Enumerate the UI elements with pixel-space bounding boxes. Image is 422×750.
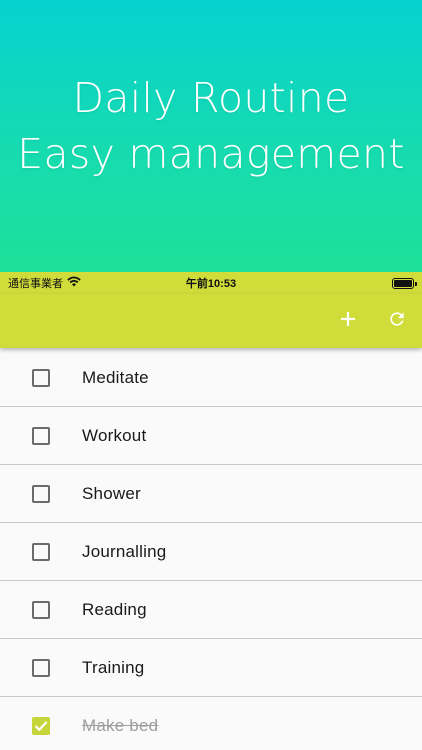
task-label: Reading bbox=[82, 600, 147, 619]
task-row[interactable]: Shower bbox=[0, 465, 422, 523]
plus-icon bbox=[339, 310, 357, 333]
status-bar: 通信事業者 午前10:53 bbox=[0, 272, 422, 294]
promo-title-line-1: Daily Routine bbox=[72, 74, 350, 122]
task-row[interactable]: Journalling bbox=[0, 523, 422, 581]
task-checkbox[interactable] bbox=[32, 659, 50, 677]
task-label: Make bed bbox=[82, 716, 159, 735]
task-label: Workout bbox=[82, 426, 147, 445]
wifi-icon bbox=[67, 276, 81, 290]
task-row[interactable]: Meditate bbox=[0, 349, 422, 407]
refresh-icon bbox=[387, 309, 407, 334]
app-bar bbox=[0, 294, 422, 348]
add-task-button[interactable] bbox=[334, 307, 362, 335]
task-label: Meditate bbox=[82, 368, 149, 387]
task-checkbox[interactable] bbox=[32, 427, 50, 445]
battery-icon bbox=[392, 278, 417, 289]
task-row[interactable]: Reading bbox=[0, 581, 422, 639]
refresh-button[interactable] bbox=[383, 307, 411, 335]
task-checkbox[interactable] bbox=[32, 601, 50, 619]
task-row[interactable]: Training bbox=[0, 639, 422, 697]
carrier-info: 通信事業者 bbox=[8, 275, 81, 291]
task-list: Meditate Workout Shower Journalling Read… bbox=[0, 349, 422, 750]
clock: 午前10:53 bbox=[185, 278, 237, 290]
carrier-name: 通信事業者 bbox=[8, 278, 63, 290]
task-checkbox[interactable] bbox=[32, 543, 50, 561]
task-checkbox[interactable] bbox=[32, 369, 50, 387]
task-label: Journalling bbox=[82, 542, 167, 561]
task-row[interactable]: Workout bbox=[0, 407, 422, 465]
task-checkbox[interactable] bbox=[32, 485, 50, 503]
task-checkbox-checked[interactable] bbox=[32, 717, 50, 735]
task-label: Shower bbox=[82, 484, 141, 503]
task-row[interactable]: Make bed bbox=[0, 697, 422, 750]
task-label: Training bbox=[82, 658, 145, 677]
promo-title-line-2: Easy management bbox=[17, 130, 405, 178]
promo-banner: Daily Routine Easy management bbox=[0, 0, 422, 272]
